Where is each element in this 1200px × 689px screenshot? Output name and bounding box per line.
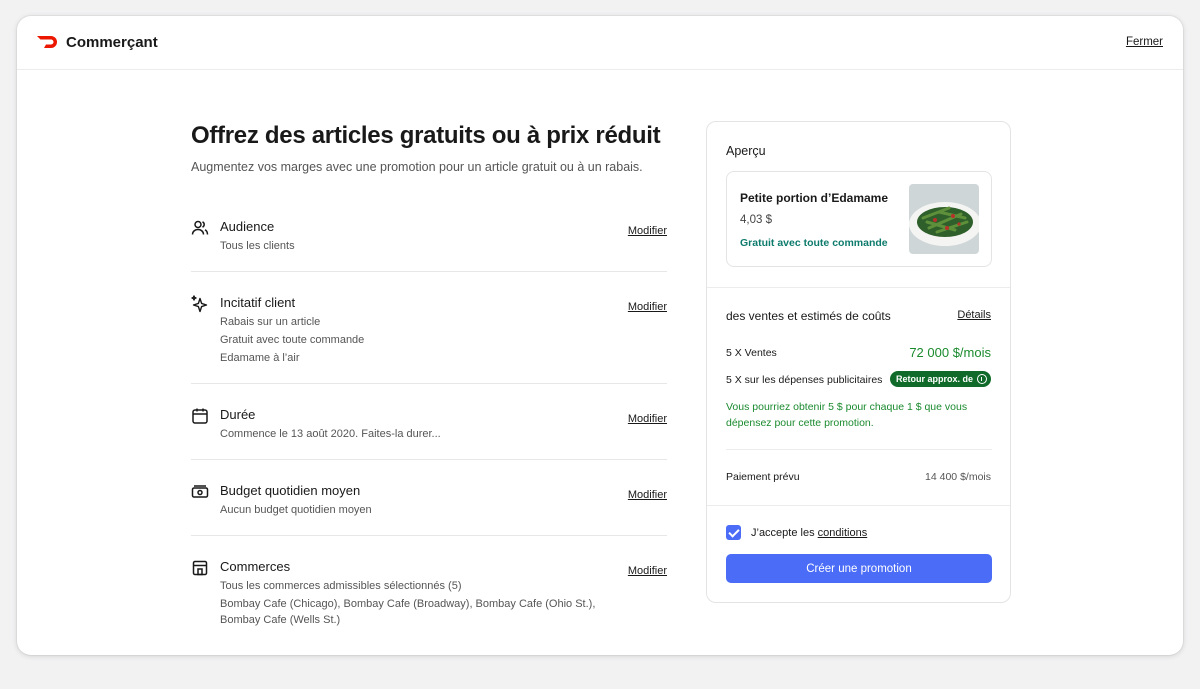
section-detail: Tous les clients: [220, 240, 295, 252]
card-divider: [726, 449, 992, 450]
roi-note: Vous pourriez obtenir 5 $ pour chaque 1 …: [726, 401, 968, 429]
divider: [191, 271, 667, 272]
section-incentive: Incitatif client Rabais sur un article G…: [191, 294, 667, 364]
top-bar: Commerçant Fermer: [17, 16, 1183, 70]
preview-item-price: 4,03 $: [740, 214, 772, 226]
edit-duration-link[interactable]: Modifier: [628, 413, 667, 425]
accept-checkbox[interactable]: [726, 525, 741, 540]
edit-stores-link[interactable]: Modifier: [628, 565, 667, 577]
section-detail: Tous les commerces admissibles sélection…: [220, 580, 462, 592]
section-detail: Bombay Cafe (Chicago), Bombay Cafe (Broa…: [220, 598, 596, 610]
section-title: Budget quotidien moyen: [220, 483, 361, 498]
page-title: Offrez des articles gratuits ou à prix r…: [191, 122, 661, 149]
edit-incentive-link[interactable]: Modifier: [628, 301, 667, 313]
preview-offer: Gratuit avec toute commande: [740, 237, 888, 249]
edit-audience-link[interactable]: Modifier: [628, 225, 667, 237]
edamame-photo: [909, 184, 979, 254]
sparkle-icon: [191, 295, 208, 313]
section-budget: Budget quotidien moyen Aucun budget quot…: [191, 482, 667, 522]
preview-label: Aperçu: [726, 144, 766, 158]
section-title: Durée: [220, 407, 256, 422]
section-duration: Durée Commence le 13 août 2020. Faites-l…: [191, 406, 667, 446]
preview-item-card: Petite portion d’Edamame 4,03 $ Gratuit …: [726, 171, 992, 267]
divider: [191, 535, 667, 536]
divider: [191, 459, 667, 460]
section-detail: Edamame à l’air: [220, 352, 300, 364]
section-detail: Commence le 13 août 2020. Faites-la dure…: [220, 428, 441, 440]
section-detail: Aucun budget quotidien moyen: [220, 504, 372, 516]
page-subtitle: Augmentez vos marges avec une promotion …: [191, 160, 643, 174]
calendar-icon: [192, 408, 208, 424]
section-stores: Commerces Tous les commerces admissibles…: [191, 558, 667, 628]
preview-item-name: Petite portion d’Edamame: [740, 191, 889, 205]
money-icon: [191, 485, 209, 498]
sales-label: 5 X Ventes: [726, 347, 777, 359]
card-divider: [707, 505, 1010, 506]
section-detail: Gratuit avec toute commande: [220, 334, 365, 346]
section-title: Incitatif client: [220, 295, 296, 310]
section-detail: Rabais sur un article: [220, 316, 321, 328]
accept-text: J’accepte les conditions: [751, 527, 867, 539]
ads-label: 5 X sur les dépenses publicitaires: [726, 374, 883, 386]
brand-name: Commerçant: [66, 34, 158, 51]
summary-card: Aperçu Petite portion d’Edamame 4,03 $ G…: [706, 121, 1011, 603]
roi-badge-text: Retour approx. de: [895, 374, 973, 384]
stats-title: des ventes et estimés de coûts: [726, 309, 891, 323]
conditions-link[interactable]: conditions: [818, 527, 868, 539]
info-icon[interactable]: [977, 374, 987, 384]
details-link[interactable]: Détails: [957, 309, 991, 321]
sales-value: 72 000 $/mois: [909, 345, 991, 360]
doordash-logo-icon: [37, 36, 57, 48]
section-title: Audience: [220, 219, 275, 234]
roi-badge[interactable]: Retour approx. de: [889, 371, 991, 387]
close-link[interactable]: Fermer: [1126, 36, 1163, 48]
promotion-window: Commerçant Fermer Offrez des articles gr…: [17, 16, 1183, 655]
store-icon: [192, 560, 208, 576]
divider: [191, 383, 667, 384]
create-promotion-button[interactable]: Créer une promotion: [726, 554, 992, 583]
section-title: Commerces: [220, 559, 291, 574]
accept-prefix: J’accepte les: [751, 527, 815, 539]
edit-budget-link[interactable]: Modifier: [628, 489, 667, 501]
section-audience: Audience Tous les clients Modifier: [191, 218, 667, 258]
section-detail: Bombay Cafe (Wells St.): [220, 614, 341, 626]
payment-label: Paiement prévu: [726, 471, 800, 483]
payment-value: 14 400 $/mois: [925, 471, 991, 483]
card-divider: [707, 287, 1010, 288]
audience-icon: [191, 220, 209, 235]
